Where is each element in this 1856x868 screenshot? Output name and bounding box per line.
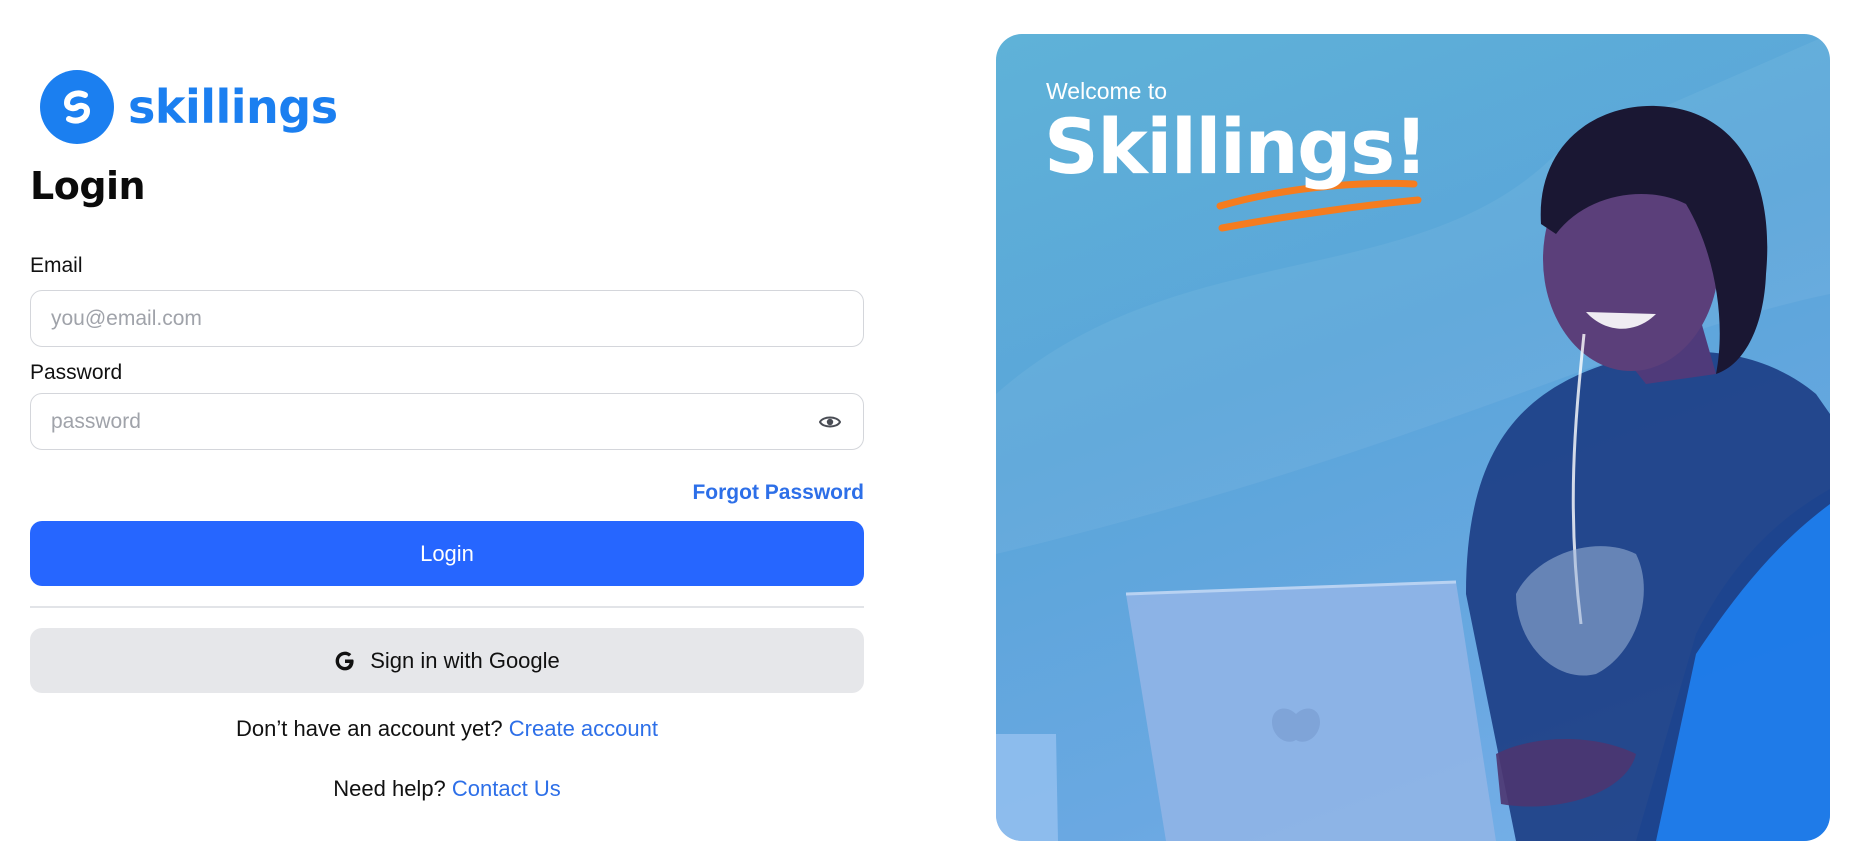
skillings-logo-icon — [40, 70, 114, 144]
login-button[interactable]: Login — [30, 521, 864, 586]
google-g-icon — [334, 650, 356, 672]
password-label: Password — [30, 361, 123, 384]
forgot-password-link[interactable]: Forgot Password — [692, 481, 864, 505]
brand-logo[interactable]: skillings — [40, 70, 338, 144]
password-field[interactable] — [51, 409, 817, 434]
password-field-wrapper — [30, 393, 864, 450]
email-field[interactable] — [51, 306, 843, 331]
create-account-link[interactable]: Create account — [509, 716, 658, 741]
help-prompt: Need help? — [333, 776, 446, 801]
login-page: skillings Login Email Password Forgot Pa… — [0, 0, 1856, 868]
contact-us-link[interactable]: Contact Us — [452, 776, 561, 801]
signup-line: Don’t have an account yet? Create accoun… — [30, 716, 864, 742]
google-button-label: Sign in with Google — [370, 647, 560, 673]
page-title: Login — [30, 164, 146, 208]
hero-panel: Welcome to Skillings! — [996, 34, 1830, 841]
eye-icon[interactable] — [817, 409, 843, 435]
hero-welcome-text: Welcome to — [1046, 78, 1168, 104]
email-field-wrapper — [30, 290, 864, 347]
signup-prompt: Don’t have an account yet? — [236, 716, 503, 741]
email-label: Email — [30, 254, 83, 277]
hero-title: Skillings! — [1044, 102, 1428, 191]
divider — [30, 606, 864, 608]
google-signin-button[interactable]: Sign in with Google — [30, 628, 864, 693]
brand-name: skillings — [128, 80, 338, 134]
help-line: Need help? Contact Us — [30, 776, 864, 802]
